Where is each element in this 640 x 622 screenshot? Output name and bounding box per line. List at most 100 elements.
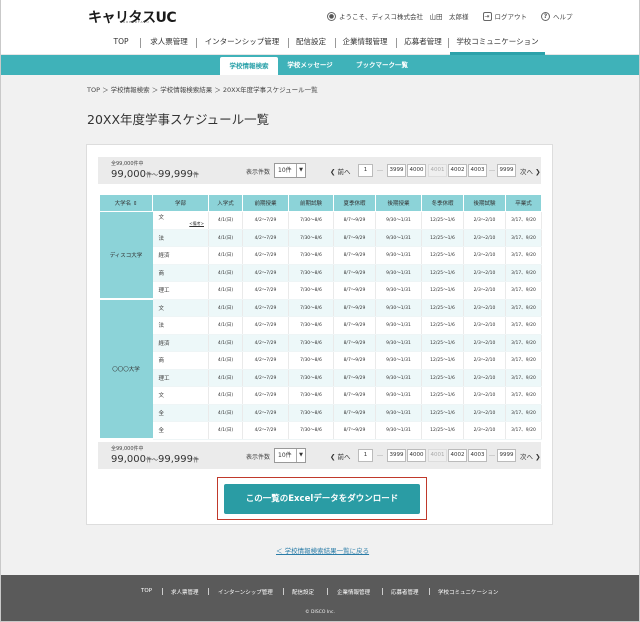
date-cell: 4/1(日) xyxy=(208,316,243,335)
faculty-cell: 経済 xyxy=(152,334,209,352)
download-excel-button[interactable]: この一覧のExcelデータをダウンロード xyxy=(224,484,420,514)
page-button[interactable]: 9999 xyxy=(497,449,516,462)
page-button-current: 4001 xyxy=(428,164,447,177)
footer-link-school-communication[interactable]: 学校コミュニケーション xyxy=(438,588,498,596)
user-icon: ● xyxy=(327,11,336,21)
page-button[interactable]: 9999 xyxy=(497,164,516,177)
page-ellipsis: … xyxy=(377,451,383,458)
date-cell: 4/1(日) xyxy=(208,264,243,282)
help-link[interactable]: ヘルプ xyxy=(553,11,573,21)
date-cell: 4/1(日) xyxy=(208,211,243,230)
page-button[interactable]: 4002 xyxy=(448,449,467,462)
page-button[interactable]: 4002 xyxy=(448,164,467,177)
date-cell: 9/30～1/31 xyxy=(375,299,422,317)
date-cell: 9/30～1/31 xyxy=(375,264,422,282)
date-cell: 7/30～8/6 xyxy=(288,211,334,230)
date-cell: 12/25～1/6 xyxy=(421,386,464,405)
nav-item-top[interactable]: TOP xyxy=(104,33,138,55)
faculty-label: 経済 xyxy=(158,253,170,260)
header-university[interactable]: 大学名 ⇕ xyxy=(99,194,153,212)
date-cell: 7/30～8/6 xyxy=(288,229,334,247)
page-button[interactable]: 4000 xyxy=(407,449,426,462)
date-cell: 3/17、9/20 xyxy=(505,211,542,230)
footer-link-company-info[interactable]: 企業情報管理 xyxy=(337,588,370,596)
date-cell: 9/30～1/31 xyxy=(375,281,422,300)
date-cell: 4/2～7/29 xyxy=(242,211,289,230)
date-cell: 4/1(日) xyxy=(208,404,243,422)
nav-item-school-communication[interactable]: 学校コミュニケーション xyxy=(450,33,545,55)
date-cell: 7/30～8/6 xyxy=(288,421,334,440)
page-button[interactable]: 3999 xyxy=(387,449,406,462)
logout-link[interactable]: ログアウト xyxy=(495,11,528,21)
page-button[interactable]: 4003 xyxy=(468,164,487,177)
subnav-item-bookmarks[interactable]: ブックマーク一覧 xyxy=(351,55,413,75)
help-icon[interactable]: ? xyxy=(541,11,551,21)
footer-link-internship[interactable]: インターンシップ管理 xyxy=(218,588,273,596)
pager-bottom: 全99,000件中 99,000件～99,999件 表示件数 10件 ▼ ❮ 前へ… xyxy=(98,442,541,469)
date-cell: 3/17、9/20 xyxy=(505,351,542,370)
date-cell: 3/17、9/20 xyxy=(505,229,542,247)
logo[interactable]: キャリタスUC xyxy=(88,7,177,27)
per-page-select[interactable]: 10件 ▼ xyxy=(274,163,306,178)
chevron-down-icon: ▼ xyxy=(296,449,305,462)
page-button[interactable]: 4003 xyxy=(468,449,487,462)
table-row: 経済 4/1(日) 4/2～7/29 7/30～8/6 8/7～9/29 9/30～1/3… xyxy=(100,334,542,352)
next-page-link[interactable]: 次へ ❯ xyxy=(520,451,541,461)
footer-link-applicants[interactable]: 応募者管理 xyxy=(391,588,419,596)
subnav-item-school-message[interactable]: 学校メッセージ xyxy=(285,55,335,75)
date-cell: 9/30～1/31 xyxy=(375,421,422,440)
date-cell: 4/1(日) xyxy=(208,229,243,247)
footer-divider xyxy=(327,588,328,595)
date-cell: 12/25～1/6 xyxy=(421,351,464,370)
per-page-select[interactable]: 10件 ▼ xyxy=(274,448,306,463)
greeting-text: ようこそ、ディスコ株式会社 山田 太郎様 xyxy=(339,13,469,21)
date-cell: 7/30～8/6 xyxy=(288,246,334,265)
faculty-cell: 文 xyxy=(152,386,209,405)
back-to-results-link[interactable]: ＜ 学校情報検索結果一覧に戻る xyxy=(276,545,369,555)
next-page-link[interactable]: 次へ ❯ xyxy=(520,166,541,176)
page-button[interactable]: 1 xyxy=(358,164,373,177)
nav-item-job-postings[interactable]: 求人票管理 xyxy=(145,33,193,55)
date-cell: 7/30～8/6 xyxy=(288,351,334,370)
page-button[interactable]: 1 xyxy=(358,449,373,462)
table-row: 〇〇〇大学文 4/1(日) 4/2～7/29 7/30～8/6 8/7～9/29 9/30… xyxy=(99,299,542,440)
date-cell: 12/25～1/6 xyxy=(421,229,464,247)
date-cell: 2/3～2/10 xyxy=(463,369,506,387)
date-cell: 2/3～2/10 xyxy=(463,316,506,335)
date-cell: 7/30～8/6 xyxy=(288,316,334,335)
logout-icon[interactable]: ⇥ xyxy=(482,11,492,21)
nav-item-internship[interactable]: インターンシップ管理 xyxy=(200,33,284,55)
nav-divider xyxy=(288,38,289,48)
copyright: © DISCO Inc. xyxy=(305,610,335,615)
nav-divider xyxy=(196,38,197,48)
footer-divider xyxy=(382,588,383,595)
date-cell: 9/30～1/31 xyxy=(375,351,422,370)
date-cell: 8/7～9/29 xyxy=(333,299,376,317)
pager-top: 全99,000件中 99,000件～99,999件 表示件数 10件 ▼ ❮ 前へ… xyxy=(98,157,541,184)
faculty-label: 全 xyxy=(158,428,165,435)
page-button[interactable]: 4000 xyxy=(407,164,426,177)
footer-link-top[interactable]: TOP xyxy=(141,588,152,594)
breadcrumb[interactable]: TOP ＞ 学校情報検索 ＞ 学校情報検索結果 ＞ 20XX年度学事スケジュール… xyxy=(87,84,318,94)
date-cell: 4/2～7/29 xyxy=(242,369,289,387)
page-button[interactable]: 3999 xyxy=(387,164,406,177)
note-link[interactable]: <備考> xyxy=(159,221,209,227)
date-cell: 9/30～1/31 xyxy=(375,386,422,405)
university-name-cell[interactable]: ディスコ大学 xyxy=(99,211,153,300)
date-cell: 4/1(日) xyxy=(208,369,243,387)
nav-item-company-info[interactable]: 企業情報管理 xyxy=(338,33,392,55)
sort-updown-icon[interactable]: ⇕ xyxy=(133,201,138,207)
footer-link-job-postings[interactable]: 求人票管理 xyxy=(171,588,199,596)
faculty-label: 法 xyxy=(158,323,165,330)
faculty-cell: 文 xyxy=(152,299,209,317)
table-row: 商 4/1(日) 4/2～7/29 7/30～8/6 8/7～9/29 9/30～1/31… xyxy=(100,351,542,370)
nav-item-delivery[interactable]: 配信設定 xyxy=(292,33,330,55)
footer-link-delivery[interactable]: 配信設定 xyxy=(292,588,314,596)
date-cell: 2/3～2/10 xyxy=(463,281,506,300)
prev-page-link[interactable]: ❮ 前へ xyxy=(330,166,351,176)
prev-page-link[interactable]: ❮ 前へ xyxy=(330,451,351,461)
header-entrance-ceremony: 入学式 xyxy=(208,194,243,212)
subnav-item-school-search[interactable]: 学校情報検索 xyxy=(220,57,278,75)
nav-item-applicants[interactable]: 応募者管理 xyxy=(400,33,446,55)
university-name-cell[interactable]: 〇〇〇大学 xyxy=(99,299,153,440)
